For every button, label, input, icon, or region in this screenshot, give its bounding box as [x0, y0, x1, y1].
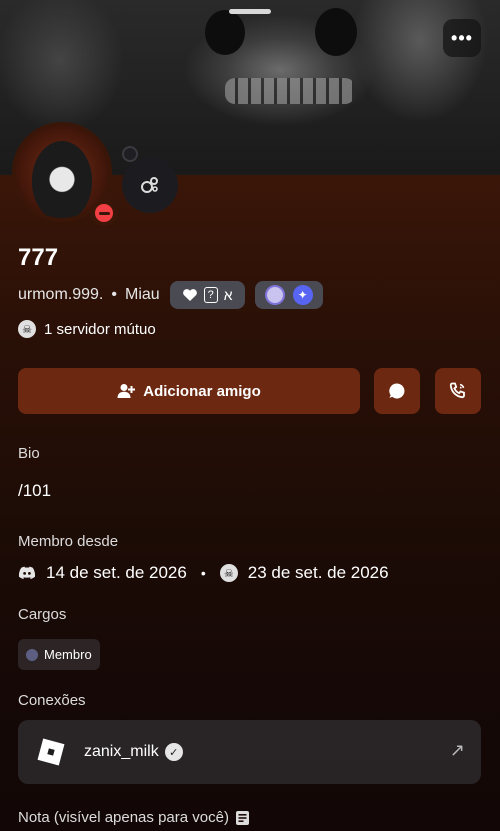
discord-logo-icon: [18, 566, 36, 579]
role-name: Membro: [44, 647, 92, 662]
username-line: urmom.999. • Miau ? א ✦: [18, 281, 323, 309]
phone-call-icon: [449, 382, 465, 399]
banner-skull-eye-right: [315, 8, 357, 56]
more-options-button[interactable]: •••: [443, 19, 481, 57]
roles-label: Cargos: [18, 606, 67, 623]
white-heart-icon: [182, 289, 197, 301]
avatar-container[interactable]: [12, 122, 117, 226]
voice-call-button[interactable]: [435, 368, 481, 414]
note-label: Nota (visível apenas para você): [18, 809, 229, 826]
badges-chip[interactable]: ✦: [254, 281, 323, 309]
dates-separator: •: [200, 565, 206, 581]
connection-account: zanix_milk: [84, 743, 159, 760]
quest-badge-icon: ✦: [292, 285, 313, 305]
display-name: 777: [18, 244, 59, 271]
note-section[interactable]: Nota (visível apenas para você): [18, 809, 253, 826]
member-since-dates: 14 de set. de 2026 • ☠ 23 de set. de 202…: [18, 563, 389, 583]
banner-skull-eye-left: [205, 10, 245, 55]
server-icon: ☠: [18, 320, 36, 338]
server-icon: ☠: [219, 564, 238, 582]
external-link-icon[interactable]: ↗: [450, 740, 465, 761]
connections-label: Conexões: [18, 692, 86, 709]
note-edit-icon: [235, 810, 249, 825]
mutual-servers-label: 1 servidor mútuo: [44, 320, 156, 338]
roblox-icon: [37, 738, 65, 766]
add-friend-button[interactable]: Adicionar amigo: [18, 368, 360, 414]
bio-text: /101: [18, 481, 52, 500]
add-friend-label: Adicionar amigo: [143, 382, 261, 400]
bio-label: Bio: [18, 445, 40, 462]
tag-chip-text: א: [223, 287, 233, 303]
profile-tag-chip[interactable]: ? א: [169, 281, 245, 309]
chat-bubble-icon: [389, 383, 405, 399]
status-do-not-disturb-icon: [91, 200, 117, 226]
pronouns: Miau: [124, 286, 160, 303]
username: urmom.999.: [18, 286, 104, 303]
connection-card[interactable]: zanix_milk ✓ ↗: [18, 720, 481, 784]
message-button[interactable]: [374, 368, 420, 414]
custom-status-bubble[interactable]: [122, 157, 178, 213]
role-color-dot: [26, 648, 38, 661]
hypesquad-badge-icon: [264, 285, 285, 305]
add-user-icon: [117, 384, 136, 398]
discord-join-date: 14 de set. de 2026: [46, 563, 187, 582]
mutual-servers[interactable]: ☠ 1 servidor mútuo: [18, 320, 156, 338]
more-icon: •••: [451, 27, 473, 48]
sheet-drag-handle[interactable]: [229, 9, 271, 14]
question-box-icon: ?: [203, 287, 218, 303]
server-join-date: 23 de set. de 2026: [247, 563, 389, 582]
bubbles-icon: [141, 177, 158, 193]
member-since-label: Membro desde: [18, 533, 119, 550]
verified-check-icon: ✓: [164, 743, 183, 761]
role-chip[interactable]: Membro: [18, 639, 100, 670]
username-separator: •: [111, 286, 117, 303]
banner-skull-teeth: [225, 78, 355, 104]
